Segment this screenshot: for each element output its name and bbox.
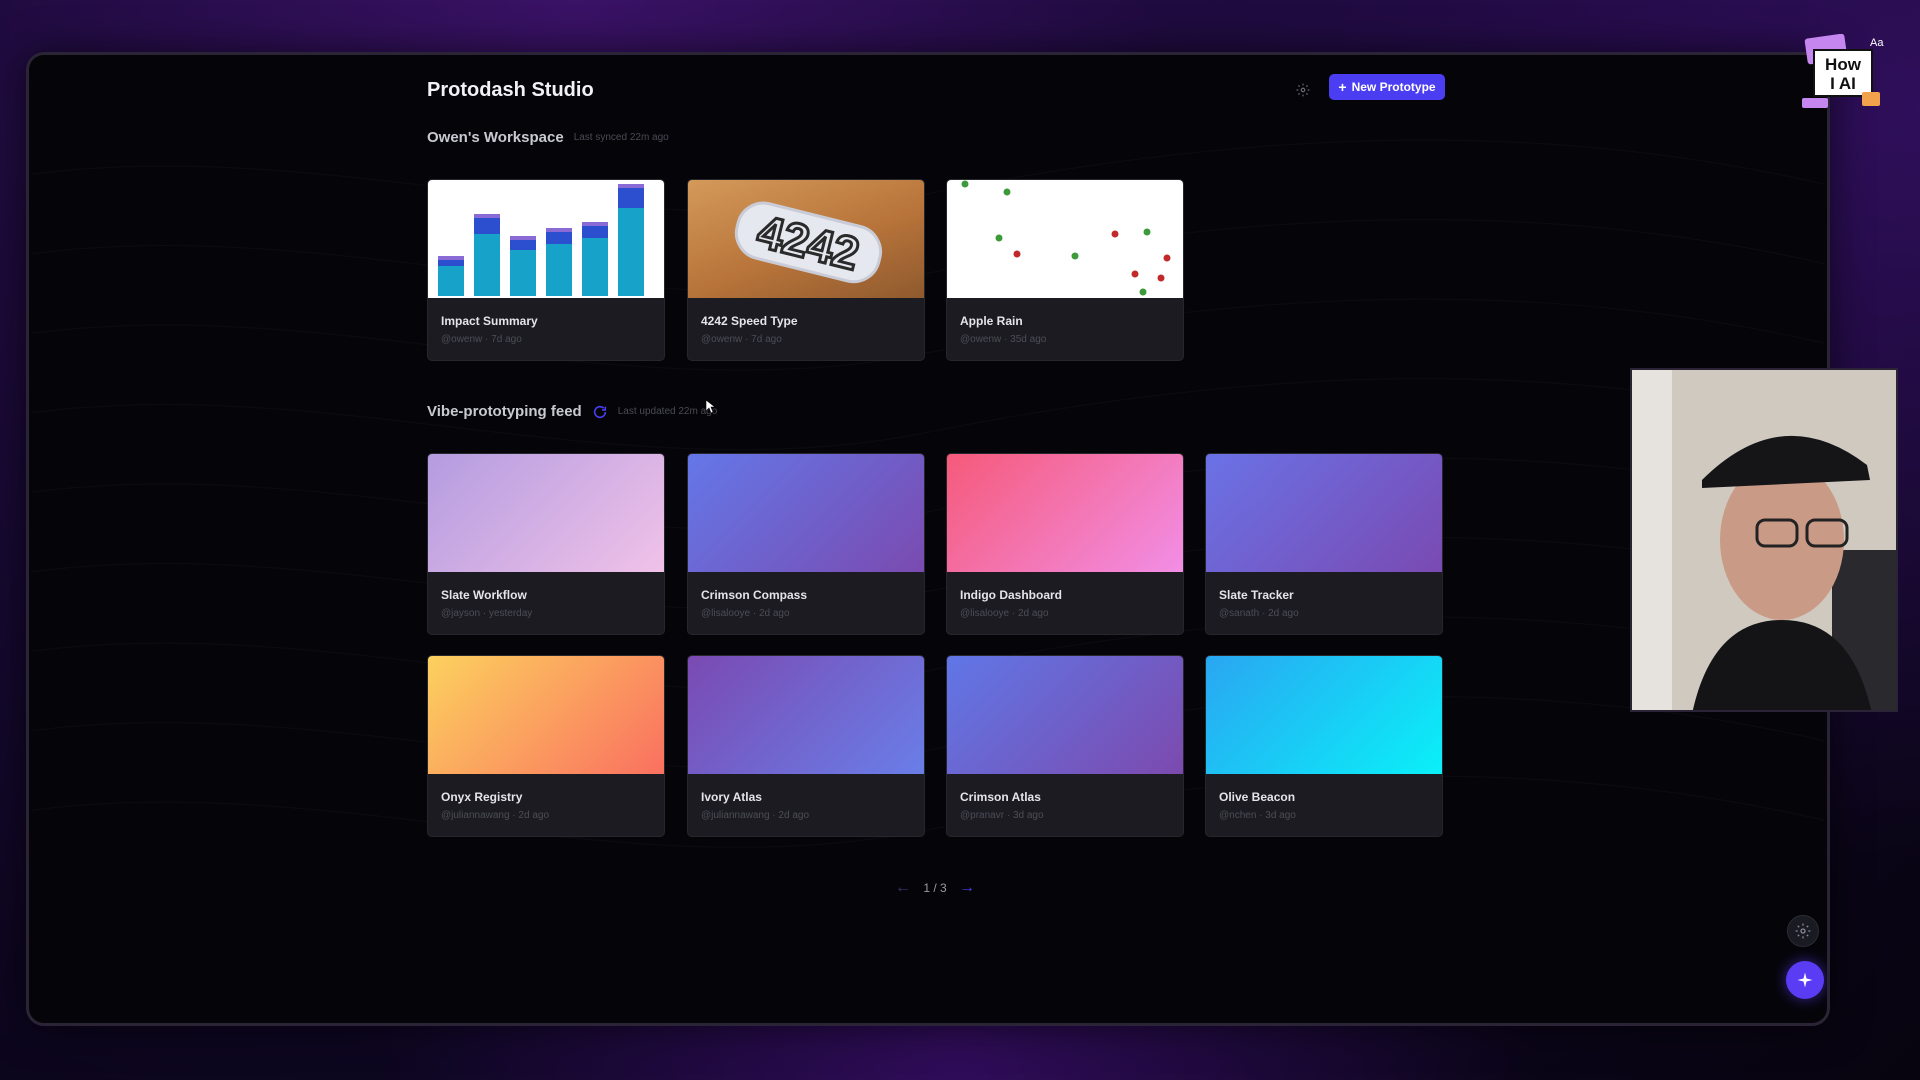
card-title: Slate Workflow bbox=[441, 588, 527, 602]
app-title: Protodash Studio bbox=[427, 79, 594, 101]
card-title: Apple Rain bbox=[960, 314, 1023, 328]
feed-card[interactable]: Olive Beacon @nchen · 3d ago bbox=[1205, 655, 1443, 837]
gear-icon bbox=[1296, 83, 1310, 97]
new-prototype-label: New Prototype bbox=[1351, 80, 1436, 94]
card-meta: @owenw · 35d ago bbox=[960, 334, 1047, 345]
card-meta: @sanath · 2d ago bbox=[1219, 608, 1299, 619]
app-window: Protodash Studio + New Prototype Owen's … bbox=[26, 52, 1830, 1026]
card-title: Indigo Dashboard bbox=[960, 588, 1062, 602]
card-title: Ivory Atlas bbox=[701, 790, 762, 804]
card-thumbnail bbox=[428, 656, 664, 774]
workspace-title: Owen's Workspace bbox=[427, 129, 564, 146]
card-title: Slate Tracker bbox=[1219, 588, 1294, 602]
webcam-overlay bbox=[1630, 368, 1898, 712]
pagination: ← 1 / 3 → bbox=[895, 879, 975, 897]
arrow-left-icon[interactable]: ← bbox=[895, 879, 911, 897]
new-prototype-button[interactable]: + New Prototype bbox=[1329, 74, 1445, 100]
sync-status: Last synced 22m ago bbox=[573, 132, 669, 143]
card-thumbnail bbox=[688, 656, 924, 774]
card-thumbnail bbox=[1206, 656, 1442, 774]
card-title: Onyx Registry bbox=[441, 790, 523, 804]
sparkle-icon bbox=[1797, 972, 1813, 988]
feed-card[interactable]: Indigo Dashboard @lisalooye · 2d ago bbox=[946, 453, 1184, 635]
card-thumbnail bbox=[947, 180, 1183, 298]
app-header: Protodash Studio + New Prototype bbox=[29, 55, 1827, 135]
card-title: 4242 Speed Type bbox=[701, 314, 798, 328]
feed-title: Vibe-prototyping feed bbox=[427, 403, 582, 420]
wave-background bbox=[31, 139, 1825, 848]
card-thumbnail: 4242 bbox=[688, 180, 924, 298]
page-indicator: 1 / 3 bbox=[923, 881, 947, 895]
settings-button[interactable] bbox=[1291, 78, 1315, 102]
card-thumbnail bbox=[428, 180, 664, 298]
card-meta: @owenw · 7d ago bbox=[701, 334, 782, 345]
floating-settings-button[interactable] bbox=[1787, 915, 1819, 947]
refresh-icon[interactable] bbox=[592, 404, 608, 420]
feed-card[interactable]: Onyx Registry @juliannawang · 2d ago bbox=[427, 655, 665, 837]
mouse-cursor-icon bbox=[706, 400, 716, 414]
workspace-card[interactable]: Apple Rain @owenw · 35d ago bbox=[946, 179, 1184, 361]
arrow-right-icon[interactable]: → bbox=[959, 879, 975, 897]
feed-header: Vibe-prototyping feed Last updated 22m a… bbox=[427, 403, 717, 420]
card-meta: @juliannawang · 2d ago bbox=[701, 810, 810, 821]
feed-card[interactable]: Crimson Atlas @pranavr · 3d ago bbox=[946, 655, 1184, 837]
presenter-video bbox=[1632, 370, 1896, 710]
ai-assistant-button[interactable] bbox=[1786, 961, 1824, 999]
card-thumbnail bbox=[1206, 454, 1442, 572]
card-title: Olive Beacon bbox=[1219, 790, 1296, 804]
plus-icon: + bbox=[1338, 79, 1347, 95]
card-meta: @lisalooye · 2d ago bbox=[701, 608, 790, 619]
feed-card[interactable]: Ivory Atlas @juliannawang · 2d ago bbox=[687, 655, 925, 837]
card-meta: @jayson · yesterday bbox=[441, 608, 533, 619]
card-thumbnail bbox=[947, 454, 1183, 572]
card-thumbnail bbox=[428, 454, 664, 572]
card-thumbnail bbox=[688, 454, 924, 572]
card-meta: @lisalooye · 2d ago bbox=[960, 608, 1049, 619]
card-meta: @nchen · 3d ago bbox=[1219, 810, 1296, 821]
update-status: Last updated 22m ago bbox=[617, 406, 718, 417]
workspace-card[interactable]: Impact Summary @owenw · 7d ago bbox=[427, 179, 665, 361]
svg-text:4242: 4242 bbox=[753, 205, 865, 280]
gear-icon bbox=[1795, 923, 1811, 939]
feed-card[interactable]: Slate Tracker @sanath · 2d ago bbox=[1205, 453, 1443, 635]
card-title: Crimson Atlas bbox=[960, 790, 1041, 804]
feed-card[interactable]: Crimson Compass @lisalooye · 2d ago bbox=[687, 453, 925, 635]
how-i-ai-logo: How I AI Aa bbox=[1800, 33, 1888, 116]
logo-text-iai: I AI bbox=[1830, 74, 1856, 93]
feed-card[interactable]: Slate Workflow @jayson · yesterday bbox=[427, 453, 665, 635]
card-thumbnail bbox=[947, 656, 1183, 774]
card-meta: @pranavr · 3d ago bbox=[960, 810, 1044, 821]
workspace-header: Owen's Workspace Last synced 22m ago bbox=[427, 129, 669, 146]
logo-text-how: How bbox=[1825, 55, 1862, 74]
card-meta: @owenw · 7d ago bbox=[441, 334, 522, 345]
card-title: Crimson Compass bbox=[701, 588, 808, 602]
card-meta: @juliannawang · 2d ago bbox=[441, 810, 550, 821]
logo-text-aa: Aa bbox=[1870, 37, 1884, 49]
workspace-card[interactable]: 4242 4242 Speed Type @owenw · 7d ago bbox=[687, 179, 925, 361]
card-title: Impact Summary bbox=[441, 314, 538, 328]
